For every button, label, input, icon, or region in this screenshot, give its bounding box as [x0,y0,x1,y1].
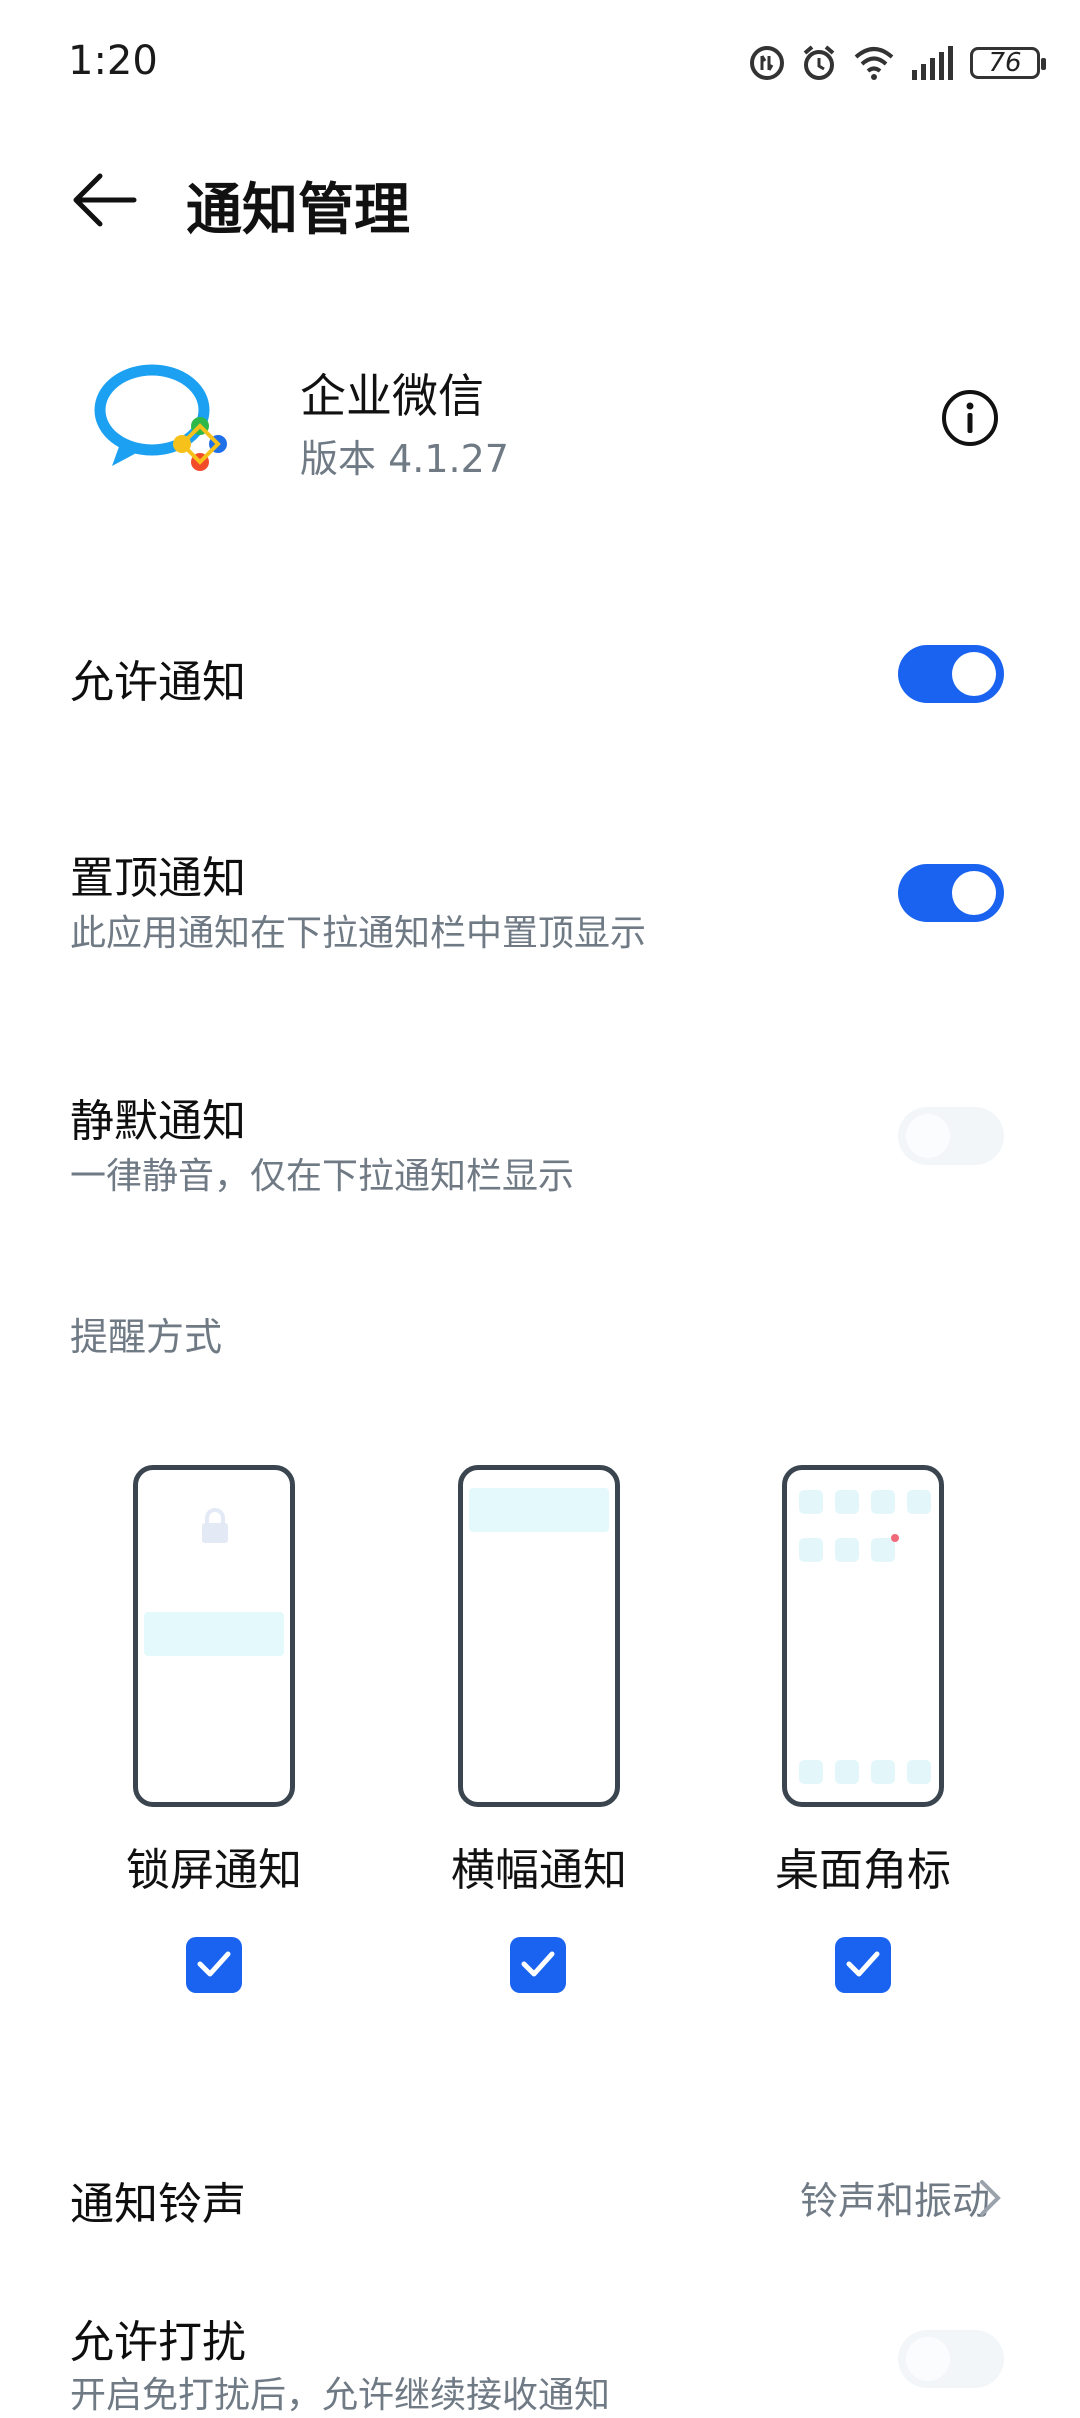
silent-notifications-toggle[interactable] [898,1107,1004,1165]
badge-checkbox[interactable] [835,1937,891,1993]
info-icon[interactable] [940,388,1000,448]
lockscreen-checkbox[interactable] [186,1937,242,1993]
lockscreen-banner-placeholder [144,1612,284,1656]
alarm-icon [803,45,835,80]
ringtone-label[interactable]: 通知铃声 [70,2168,246,2232]
badge-label: 桌面角标 [775,1845,951,1896]
allow-notifications-toggle[interactable] [898,645,1004,703]
status-time: 1:20 [68,38,158,84]
app-version: 版本 4.1.27 [300,437,509,481]
chevron-right-icon[interactable] [978,2178,1002,2218]
back-arrow-icon[interactable] [70,170,140,230]
reminder-section-label: 提醒方式 [70,1315,223,1359]
check-icon [197,1951,231,1977]
ringtone-value[interactable]: 铃声和振动 [800,2170,990,2225]
wecom-app-icon [94,364,227,471]
silent-notifications-label: 静默通知 [70,1096,246,1147]
dnd-subtitle: 开启免打扰后，允许继续接收通知 [70,2375,611,2416]
dnd-label: 允许打扰 [70,2317,246,2368]
signal-icon [912,46,953,80]
badge-preview[interactable] [782,1465,944,1807]
wifi-icon [854,47,894,80]
silent-notifications-subtitle: 一律静音，仅在下拉通知栏显示 [70,1156,575,1197]
app-name: 企业微信 [300,369,484,423]
allow-notifications-label: 允许通知 [70,657,246,708]
banner-placeholder [469,1488,609,1532]
pin-notifications-toggle[interactable] [898,864,1004,922]
pin-notifications-subtitle: 此应用通知在下拉通知栏中置顶显示 [70,913,647,954]
data-saver-icon [750,46,784,80]
badge-dot [891,1534,899,1542]
lockscreen-label: 锁屏通知 [126,1845,302,1896]
lockscreen-preview[interactable] [133,1465,295,1807]
lock-icon [202,1508,228,1543]
banner-label: 横幅通知 [451,1845,627,1896]
status-icons: 76 [748,44,1046,82]
check-icon [846,1951,880,1977]
battery-indicator: 76 [970,47,1046,79]
banner-preview[interactable] [458,1465,620,1807]
banner-checkbox[interactable] [510,1937,566,1993]
dnd-toggle[interactable] [898,2330,1004,2388]
page-title: 通知管理 [186,178,410,243]
check-icon [521,1951,555,1977]
pin-notifications-label: 置顶通知 [70,853,246,904]
